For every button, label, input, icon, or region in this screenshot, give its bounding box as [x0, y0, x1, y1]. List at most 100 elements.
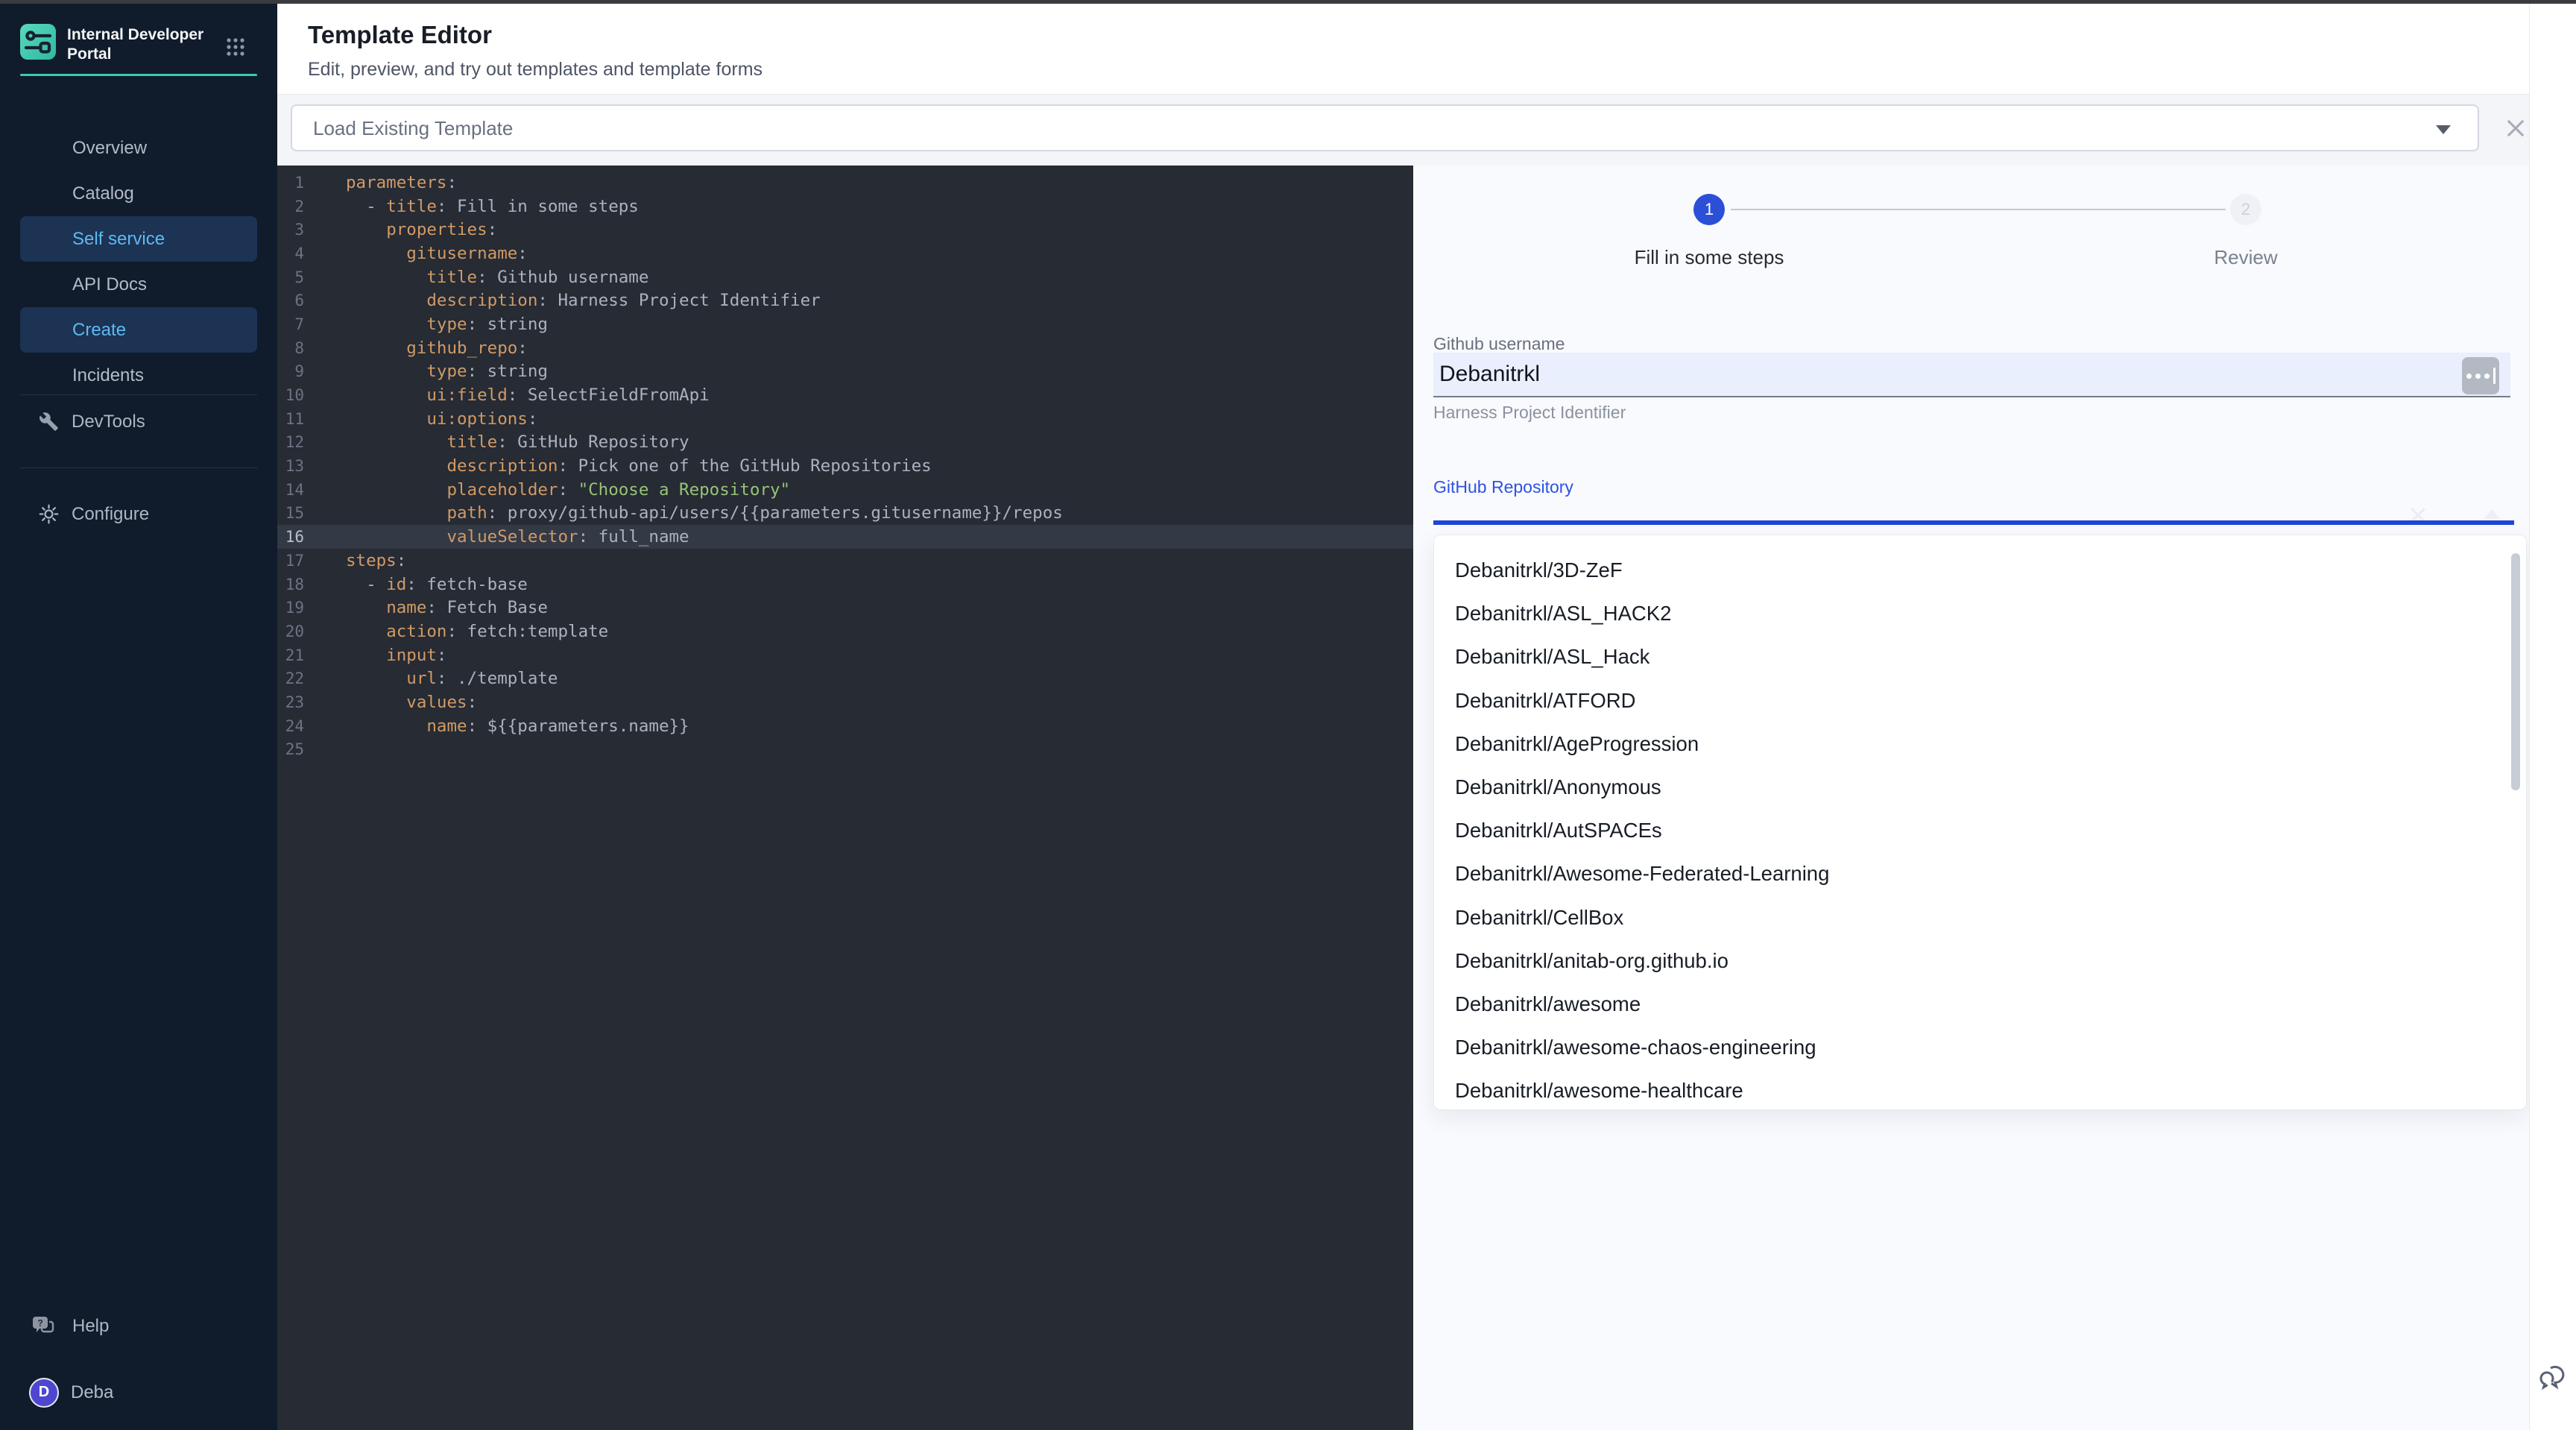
- repo-option[interactable]: Debanitrkl/ASL_HACK2: [1434, 592, 2526, 635]
- brand-title: Internal Developer Portal: [67, 24, 203, 64]
- harness-idp-logo-icon: [20, 24, 56, 60]
- code-line: 25: [277, 738, 1413, 762]
- sidebar-divider: [20, 467, 257, 468]
- brand-underline: [20, 74, 257, 76]
- code-line: 20 action: fetch:template: [277, 620, 1413, 643]
- sidebar-item-catalog[interactable]: Catalog: [20, 171, 257, 216]
- load-existing-template-select[interactable]: Load Existing Template: [291, 104, 2479, 151]
- line-number: 2: [277, 198, 304, 215]
- page-header: Template Editor Edit, preview, and try o…: [277, 4, 2529, 95]
- line-number: 9: [277, 362, 304, 380]
- repo-option[interactable]: Debanitrkl/ATFORD: [1434, 679, 2526, 722]
- avatar: D: [29, 1378, 59, 1408]
- sidebar-item-label: Help: [72, 1316, 109, 1337]
- template-form-preview: 1 2 Fill in some steps Review Github use…: [1413, 166, 2529, 1430]
- step-label-fill-in-some-steps: Fill in some steps: [1560, 246, 1858, 269]
- line-number: 19: [277, 599, 304, 617]
- line-number: 23: [277, 693, 304, 711]
- sidebar-item-api-docs[interactable]: API Docs: [20, 262, 257, 307]
- code-line: 1parameters:: [277, 171, 1413, 195]
- sidebar-item-help[interactable]: ? Help: [20, 1303, 257, 1349]
- repo-option[interactable]: Debanitrkl/3D-ZeF: [1434, 549, 2526, 592]
- chevron-up-icon[interactable]: [2484, 509, 2500, 519]
- line-number: 17: [277, 552, 304, 570]
- right-edge-strip: [2529, 4, 2576, 1430]
- code-line: 9 type: string: [277, 360, 1413, 384]
- repo-option[interactable]: Debanitrkl/Anonymous: [1434, 766, 2526, 809]
- page-title: Template Editor: [308, 21, 492, 49]
- line-number: 12: [277, 433, 304, 451]
- line-number: 7: [277, 315, 304, 333]
- user-name: Deba: [71, 1382, 113, 1403]
- step-indicator-1: 1: [1693, 194, 1725, 225]
- code-line: 7 type: string: [277, 312, 1413, 336]
- sidebar-divider: [20, 394, 257, 395]
- code-line: 8 github_repo:: [277, 336, 1413, 360]
- line-number: 22: [277, 670, 304, 687]
- line-number: 21: [277, 646, 304, 664]
- clear-selection-icon[interactable]: [2408, 505, 2428, 529]
- dropdown-scrollbar-thumb[interactable]: [2511, 553, 2520, 790]
- help-chat-icon: ?: [31, 1314, 54, 1338]
- sidebar-nav: OverviewCatalogSelf serviceAPI DocsCreat…: [20, 125, 257, 398]
- github-username-label: Github username: [1433, 334, 1565, 354]
- line-number: 6: [277, 292, 304, 309]
- line-number: 16: [277, 528, 304, 546]
- line-number: 11: [277, 410, 304, 428]
- code-line: 17steps:: [277, 549, 1413, 573]
- line-number: 10: [277, 386, 304, 404]
- apps-grid-icon[interactable]: [225, 37, 246, 57]
- repo-option[interactable]: Debanitrkl/AutSPACEs: [1434, 809, 2526, 852]
- sidebar-item-overview[interactable]: Overview: [20, 125, 257, 171]
- line-number: 14: [277, 481, 304, 499]
- brand: Internal Developer Portal: [20, 24, 203, 64]
- repo-dropdown-list: Debanitrkl/3D-ZeFDebanitrkl/ASL_HACK2Deb…: [1434, 549, 2526, 1110]
- page-subtitle: Edit, preview, and try out templates and…: [308, 59, 763, 81]
- line-number: 18: [277, 576, 304, 593]
- line-number: 15: [277, 504, 304, 522]
- sidebar-item-configure[interactable]: Configure: [20, 491, 257, 537]
- code-line: 13 description: Pick one of the GitHub R…: [277, 454, 1413, 478]
- code-line: 23 values:: [277, 690, 1413, 714]
- input-extension-icon[interactable]: [2462, 357, 2499, 394]
- code-line: 4 gitusername:: [277, 242, 1413, 265]
- line-number: 4: [277, 245, 304, 262]
- repo-select-focus-underline[interactable]: [1433, 520, 2514, 525]
- github-username-input[interactable]: [1433, 353, 2510, 397]
- code-line: 21 input:: [277, 643, 1413, 667]
- repo-option[interactable]: Debanitrkl/awesome-chaos-engineering: [1434, 1026, 2526, 1069]
- repo-option[interactable]: Debanitrkl/AgeProgression: [1434, 722, 2526, 766]
- repo-option[interactable]: Debanitrkl/CellBox: [1434, 896, 2526, 939]
- code-line: 24 name: ${{parameters.name}}: [277, 714, 1413, 738]
- line-number: 13: [277, 457, 304, 475]
- code-line: 2 - title: Fill in some steps: [277, 195, 1413, 218]
- step-indicator-2: 2: [2230, 194, 2261, 225]
- line-number: 1: [277, 174, 304, 192]
- repo-option[interactable]: Debanitrkl/awesome: [1434, 983, 2526, 1026]
- code-line: 6 description: Harness Project Identifie…: [277, 289, 1413, 312]
- github-repository-label: GitHub Repository: [1433, 477, 1573, 497]
- chat-bubbles-icon[interactable]: [2536, 1358, 2572, 1394]
- sidebar-user[interactable]: D Deba: [20, 1370, 257, 1415]
- yaml-code-editor[interactable]: 1parameters:2 - title: Fill in some step…: [277, 166, 1413, 1430]
- sidebar-item-self-service[interactable]: Self service: [20, 216, 257, 262]
- code-line: 15 path: proxy/github-api/users/{{parame…: [277, 502, 1413, 526]
- sidebar-item-incidents[interactable]: Incidents: [20, 353, 257, 398]
- sidebar: Internal Developer Portal OverviewCatalo…: [0, 4, 277, 1430]
- code-line: 16 valueSelector: full_name: [277, 525, 1413, 549]
- repo-option[interactable]: Debanitrkl/anitab-org.github.io: [1434, 939, 2526, 983]
- repo-option[interactable]: Debanitrkl/Awesome-Federated-Learning: [1434, 852, 2526, 895]
- repo-option[interactable]: Debanitrkl/ASL_Hack: [1434, 635, 2526, 678]
- sidebar-item-create[interactable]: Create: [20, 307, 257, 353]
- load-template-bar: Load Existing Template: [277, 95, 2529, 166]
- line-number: 5: [277, 268, 304, 286]
- code-lines: 1parameters:2 - title: Fill in some step…: [277, 171, 1413, 761]
- repo-option[interactable]: Debanitrkl/awesome-healthcare: [1434, 1069, 2526, 1110]
- sidebar-item-label: DevTools: [72, 412, 145, 432]
- chevron-down-icon: [2436, 125, 2451, 134]
- code-line: 3 properties:: [277, 218, 1413, 242]
- sidebar-item-label: Configure: [72, 504, 149, 525]
- code-line: 19 name: Fetch Base: [277, 596, 1413, 620]
- code-line: 14 placeholder: "Choose a Repository": [277, 478, 1413, 502]
- sidebar-item-devtools[interactable]: DevTools: [20, 399, 257, 444]
